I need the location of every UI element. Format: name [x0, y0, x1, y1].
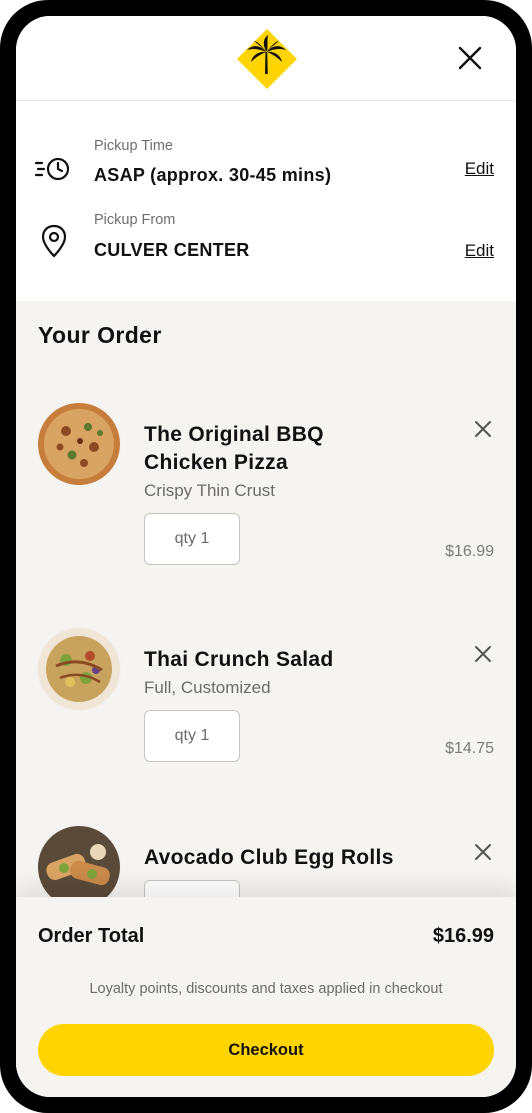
header — [16, 16, 516, 101]
item-price: $14.75 — [445, 740, 494, 757]
salad-image — [36, 626, 122, 712]
your-order-title: Your Order — [38, 322, 162, 348]
pickup-location-label: Pickup From — [94, 212, 176, 228]
remove-item-icon[interactable] — [473, 419, 493, 439]
location-pin-icon — [41, 224, 67, 258]
device-frame: Pickup Time ASAP (approx. 30-45 mins) Ed… — [0, 0, 532, 1113]
pickup-details: Pickup Time ASAP (approx. 30-45 mins) Ed… — [16, 101, 516, 301]
order-total-label: Order Total — [38, 925, 145, 947]
edit-pickup-location-link[interactable]: Edit — [465, 241, 494, 261]
item-name: The Original BBQ — [144, 423, 324, 446]
remove-item-icon[interactable] — [473, 842, 493, 862]
item-name-line2: Chicken Pizza — [144, 451, 288, 474]
pickup-time-label: Pickup Time — [94, 138, 173, 154]
checkout-note: Loyalty points, discounts and taxes appl… — [89, 981, 443, 997]
clock-icon — [34, 157, 70, 181]
item-option: Full, Customized — [144, 678, 271, 697]
order-total-value: $16.99 — [432, 925, 494, 947]
order-summary-footer: Order Total $16.99 Loyalty points, disco… — [16, 897, 516, 1097]
close-icon[interactable] — [456, 44, 484, 72]
item-price: $16.99 — [445, 543, 494, 560]
quantity-selector[interactable]: qty 1 — [144, 710, 240, 762]
edit-pickup-time-link[interactable]: Edit — [465, 159, 494, 179]
item-name: Avocado Club Egg Rolls — [144, 846, 394, 869]
palm-tree-logo — [237, 29, 297, 89]
pickup-location-value: CULVER CENTER — [94, 240, 250, 260]
screen: Pickup Time ASAP (approx. 30-45 mins) Ed… — [16, 16, 516, 1097]
checkout-button[interactable]: Checkout — [38, 1024, 494, 1076]
quantity-selector[interactable]: qty 1 — [144, 513, 240, 565]
pickup-time-value: ASAP (approx. 30-45 mins) — [94, 165, 332, 185]
pizza-image — [36, 401, 122, 487]
remove-item-icon[interactable] — [473, 644, 493, 664]
item-option: Crispy Thin Crust — [144, 481, 275, 500]
item-name: Thai Crunch Salad — [144, 648, 334, 671]
